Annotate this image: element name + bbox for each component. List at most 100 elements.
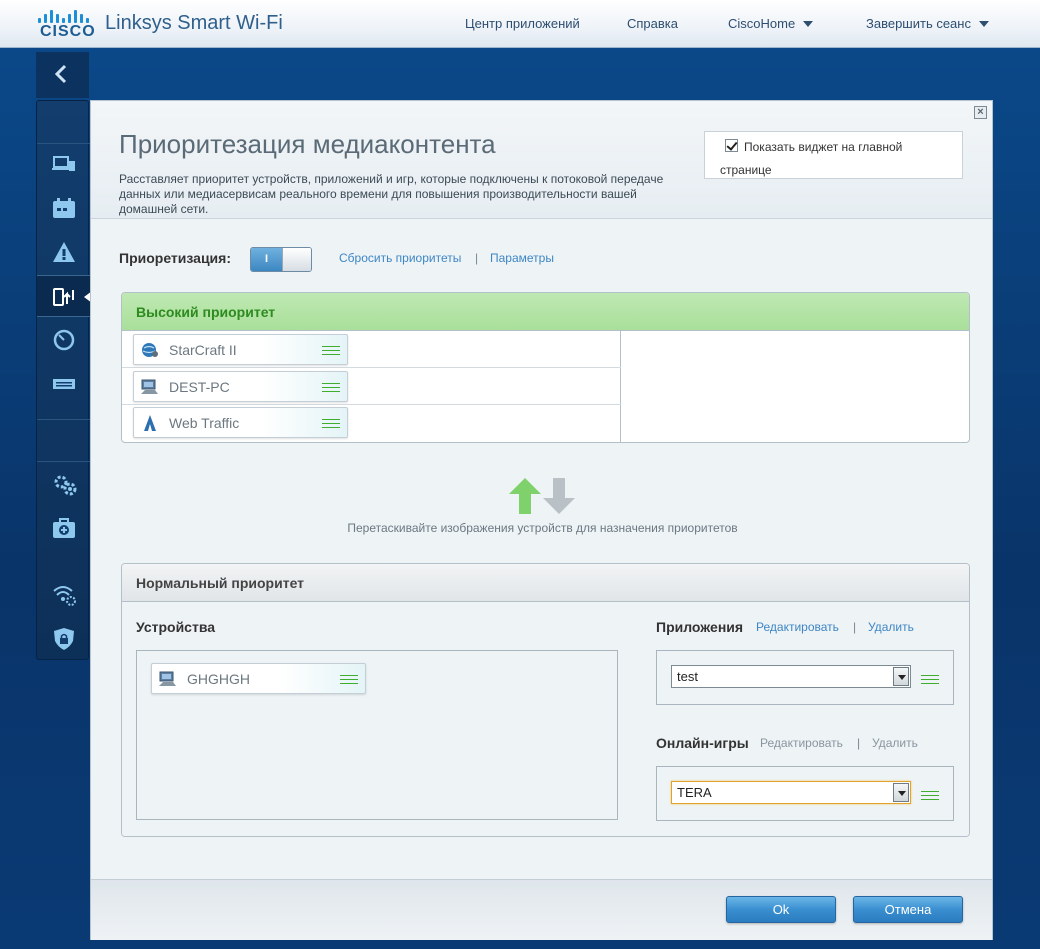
computer-icon: [159, 671, 176, 686]
online-games-selected-value: TERA: [677, 785, 712, 800]
chevron-left-icon: [54, 64, 67, 84]
chip-label: StarCraft II: [169, 342, 237, 358]
logout-label: Завершить сеанс: [866, 16, 971, 31]
sidebar: [36, 100, 92, 660]
router-name: CiscoHome: [728, 16, 796, 31]
page-description: Расставляет приоритет устройств, приложе…: [119, 172, 664, 216]
computer-icon: [141, 379, 158, 394]
chip-label: DEST-PC: [169, 379, 230, 395]
sidebar-item-wireless[interactable]: [37, 573, 90, 615]
back-button[interactable]: [36, 52, 89, 98]
applications-label: Приложения: [656, 619, 744, 635]
chip-label: GHGHGH: [187, 671, 250, 687]
close-icon[interactable]: ×: [974, 106, 987, 119]
devices-label: Устройства: [136, 619, 216, 635]
list-item: Web Traffic: [122, 405, 621, 442]
cisco-logo: CISCO: [36, 9, 96, 40]
high-priority-panel: Высокий приоритет StarCraft II DEST-PC W…: [121, 292, 970, 443]
dropdown-arrow-icon[interactable]: [893, 667, 909, 686]
sidebar-item-parental[interactable]: [37, 187, 90, 229]
ok-button[interactable]: Ok: [726, 896, 836, 923]
toggle-knob[interactable]: [282, 248, 311, 271]
cisco-logo-bars: [38, 9, 92, 23]
devices-icon: [52, 156, 75, 171]
nav-apps-center[interactable]: Центр приложений: [465, 16, 580, 31]
sidebar-item-speedtest[interactable]: [37, 319, 90, 361]
online-games-delete-link[interactable]: Удалить: [872, 736, 918, 750]
drag-hint-text: Перетаскивайте изображения устройств для…: [347, 521, 738, 535]
dialog-header: × Приоритезация медиаконтента Расставляе…: [91, 101, 992, 219]
shield-lock-icon: [54, 628, 74, 650]
normal-priority-body: Устройства GHGHGH Приложения Редактирова…: [122, 602, 969, 836]
drag-handle-icon[interactable]: [340, 675, 358, 684]
app-title: Linksys Smart Wi-Fi: [105, 12, 283, 34]
priority-chip-dest-pc[interactable]: DEST-PC: [133, 371, 348, 402]
prioritization-toggle[interactable]: I: [250, 247, 312, 272]
normal-priority-panel: Нормальный приоритет Устройства GHGHGH П…: [121, 563, 970, 837]
drag-handle-icon[interactable]: [921, 791, 939, 800]
devices-drop-zone[interactable]: GHGHGH: [136, 650, 618, 820]
applications-edit-link[interactable]: Редактировать: [756, 620, 839, 634]
nav-router-menu[interactable]: CiscoHome: [728, 16, 814, 31]
web-traffic-icon: [144, 415, 156, 431]
high-priority-title: Высокий приоритет: [122, 293, 969, 331]
sidebar-item-guest[interactable]: [37, 231, 90, 273]
sidebar-item-connectivity[interactable]: [37, 463, 90, 505]
warning-icon: [53, 242, 75, 262]
online-games-select-box: TERA: [656, 766, 954, 821]
wifi-settings-icon: [53, 586, 76, 606]
normal-priority-title: Нормальный приоритет: [122, 564, 969, 602]
nav-help[interactable]: Справка: [627, 16, 678, 31]
toggle-on-state: I: [251, 248, 282, 271]
online-games-label: Онлайн-игры: [656, 735, 749, 751]
drag-handle-icon[interactable]: [322, 346, 340, 355]
list-item: StarCraft II: [122, 331, 621, 368]
drag-handle-icon[interactable]: [322, 419, 340, 428]
high-priority-list: StarCraft II DEST-PC Web Traffic: [122, 331, 621, 442]
applications-selected-value: test: [677, 669, 698, 684]
priority-chip-web-traffic[interactable]: Web Traffic: [133, 407, 348, 438]
cancel-button[interactable]: Отмена: [853, 896, 963, 923]
link-separator: |: [853, 620, 857, 634]
page-title: Приоритезация медиаконтента: [119, 129, 496, 159]
reset-priorities-link[interactable]: Сбросить приоритеты: [339, 251, 461, 265]
applications-select[interactable]: test: [671, 665, 911, 688]
cisco-wordmark: CISCO: [40, 23, 96, 40]
applications-delete-link[interactable]: Удалить: [868, 620, 914, 634]
top-bar: CISCO Linksys Smart Wi-Fi Центр приложен…: [0, 0, 1040, 48]
online-games-select[interactable]: TERA: [671, 781, 911, 804]
sidebar-item-devices[interactable]: [37, 143, 90, 185]
sidebar-item-usb[interactable]: [37, 363, 90, 405]
calendar-icon: [53, 198, 75, 218]
link-separator: |: [475, 251, 479, 265]
sidebar-item-security[interactable]: [37, 617, 90, 659]
first-aid-icon: [53, 518, 75, 538]
online-games-edit-link[interactable]: Редактировать: [760, 736, 843, 750]
settings-icon: [54, 475, 77, 496]
sidebar-item-media-priority[interactable]: [37, 275, 92, 317]
show-widget-label[interactable]: Показать виджет на главной странице: [720, 136, 950, 182]
dialog-footer: Ok Отмена: [91, 879, 992, 940]
game-globe-icon: [142, 343, 158, 357]
link-separator: |: [857, 736, 861, 750]
sidebar-item-troubleshooting[interactable]: [37, 507, 90, 549]
drag-handle-icon[interactable]: [921, 675, 939, 684]
prioritization-label: Приоретизация:: [119, 250, 231, 266]
speedometer-icon: [53, 329, 75, 351]
dropdown-arrow-icon[interactable]: [893, 783, 909, 802]
list-item: DEST-PC: [122, 368, 621, 405]
media-prioritization-dialog: × Приоритезация медиаконтента Расставляе…: [90, 100, 993, 940]
media-priority-icon: [53, 288, 74, 306]
chevron-down-icon: [978, 21, 989, 27]
drag-handle-icon[interactable]: [322, 383, 340, 392]
applications-select-box: test: [656, 650, 954, 705]
parameters-link[interactable]: Параметры: [490, 251, 554, 265]
drag-arrows-icon: [509, 478, 575, 514]
usb-icon: [53, 379, 75, 389]
priority-chip-starcraft[interactable]: StarCraft II: [133, 334, 348, 365]
chevron-down-icon: [803, 21, 814, 27]
chip-label: Web Traffic: [169, 415, 240, 431]
show-widget-option: Показать виджет на главной странице: [704, 131, 963, 179]
nav-logout-menu[interactable]: Завершить сеанс: [866, 16, 989, 31]
priority-chip-ghghgh[interactable]: GHGHGH: [151, 663, 366, 694]
